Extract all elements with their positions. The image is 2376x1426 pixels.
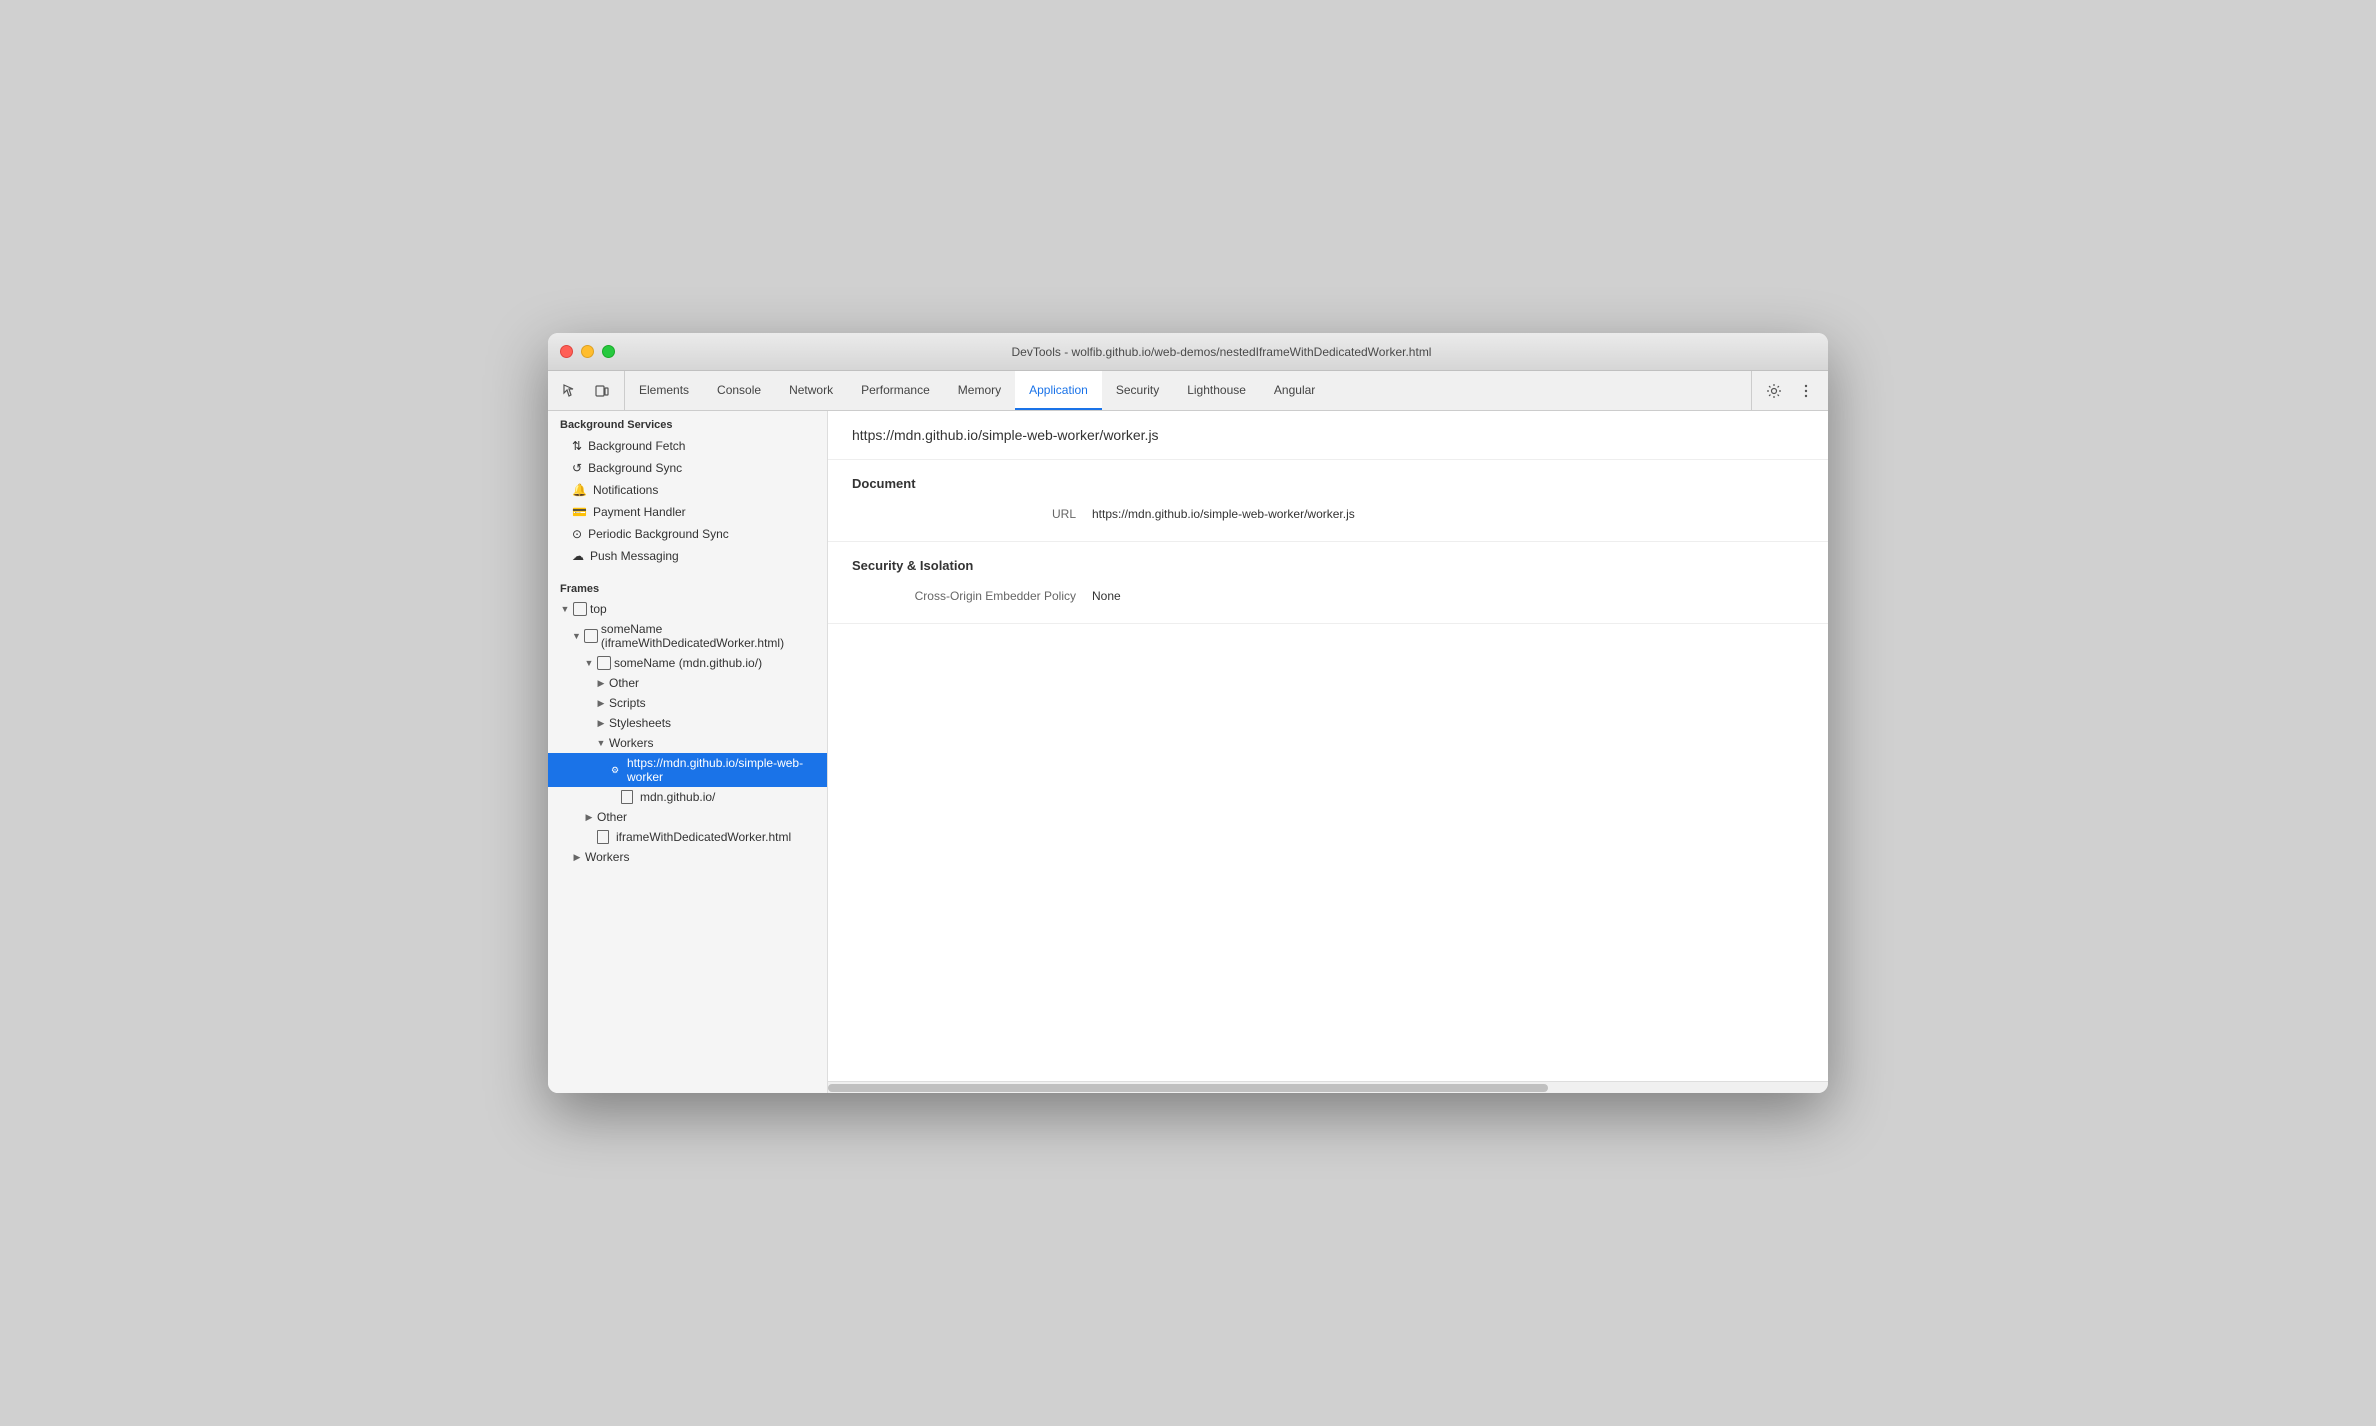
tree-item-stylesheets[interactable]: ▶ Stylesheets [548, 713, 827, 733]
coep-row: Cross-Origin Embedder Policy None [852, 585, 1804, 607]
sidebar-item-notifications[interactable]: 🔔 Notifications [548, 479, 827, 501]
expand-icon: ▼ [584, 658, 594, 668]
toolbar-left-icons [548, 371, 625, 410]
device-toolbar-button[interactable] [588, 377, 616, 405]
expand-icon: ▶ [596, 698, 606, 709]
background-services-header: Background Services [548, 411, 827, 435]
expand-icon: ▼ [572, 631, 581, 641]
main-content: Background Services ⇅ Background Fetch ↺… [548, 411, 1828, 1093]
background-fetch-icon: ⇅ [572, 439, 582, 453]
traffic-lights [560, 345, 615, 358]
worker-icon: ⚙ [608, 763, 622, 777]
detail-horizontal-scrollbar[interactable] [828, 1081, 1828, 1093]
expand-icon: ▶ [584, 812, 594, 823]
frame-icon [573, 602, 587, 616]
expand-icon: ▶ [572, 852, 582, 863]
window-title: DevTools - wolfib.github.io/web-demos/ne… [627, 345, 1816, 359]
document-section-title: Document [852, 476, 1804, 491]
sidebar-item-background-fetch[interactable]: ⇅ Background Fetch [548, 435, 827, 457]
expand-icon: ▼ [560, 604, 570, 614]
toolbar-right-icons [1751, 371, 1828, 410]
tab-network[interactable]: Network [775, 371, 847, 410]
tree-item-top[interactable]: ▼ top [548, 599, 827, 619]
sidebar: Background Services ⇅ Background Fetch ↺… [548, 411, 828, 1093]
maximize-button[interactable] [602, 345, 615, 358]
url-label: URL [852, 507, 1092, 521]
detail-container: https://mdn.github.io/simple-web-worker/… [828, 411, 1828, 1093]
periodic-background-sync-icon: ⊙ [572, 527, 582, 541]
expand-icon: ▼ [596, 738, 606, 748]
tree-item-workers-2[interactable]: ▶ Workers [548, 847, 827, 867]
sidebar-item-push-messaging[interactable]: ☁ Push Messaging [548, 545, 827, 567]
sidebar-item-payment-handler[interactable]: 💳 Payment Handler [548, 501, 827, 523]
tab-memory[interactable]: Memory [944, 371, 1015, 410]
scrollbar-thumb [828, 1084, 1548, 1092]
tab-performance[interactable]: Performance [847, 371, 944, 410]
document-icon [597, 830, 609, 844]
more-menu-button[interactable] [1792, 377, 1820, 405]
tree-item-iframe-doc[interactable]: iframeWithDedicatedWorker.html [548, 827, 827, 847]
title-bar: DevTools - wolfib.github.io/web-demos/ne… [548, 333, 1828, 371]
close-button[interactable] [560, 345, 573, 358]
coep-value: None [1092, 589, 1121, 603]
tabs-list: Elements Console Network Performance Mem… [625, 371, 1751, 410]
tab-lighthouse[interactable]: Lighthouse [1173, 371, 1260, 410]
expand-icon: ▶ [596, 718, 606, 729]
sidebar-item-periodic-background-sync[interactable]: ⊙ Periodic Background Sync [548, 523, 827, 545]
security-section-title: Security & Isolation [852, 558, 1804, 573]
frame-icon [597, 656, 611, 670]
tab-security[interactable]: Security [1102, 371, 1173, 410]
coep-label: Cross-Origin Embedder Policy [852, 589, 1092, 603]
frames-section: Frames ▼ top ▼ someName (iframeWithDedic… [548, 567, 827, 867]
tab-angular[interactable]: Angular [1260, 371, 1329, 410]
frame-icon [584, 629, 598, 643]
url-value: https://mdn.github.io/simple-web-worker/… [1092, 507, 1355, 521]
tree-item-worker-url[interactable]: ⚙ https://mdn.github.io/simple-web-worke… [548, 753, 827, 787]
security-section: Security & Isolation Cross-Origin Embedd… [828, 542, 1828, 624]
tab-application[interactable]: Application [1015, 371, 1102, 410]
tree-item-mdn-doc[interactable]: mdn.github.io/ [548, 787, 827, 807]
tree-item-scripts[interactable]: ▶ Scripts [548, 693, 827, 713]
tree-item-workers[interactable]: ▼ Workers [548, 733, 827, 753]
frames-header: Frames [548, 575, 827, 599]
payment-handler-icon: 💳 [572, 505, 587, 519]
devtools-tab-bar: Elements Console Network Performance Mem… [548, 371, 1828, 411]
tree-item-somename-mdn[interactable]: ▼ someName (mdn.github.io/) [548, 653, 827, 673]
detail-panel: https://mdn.github.io/simple-web-worker/… [828, 411, 1828, 1081]
minimize-button[interactable] [581, 345, 594, 358]
settings-button[interactable] [1760, 377, 1788, 405]
sidebar-item-background-sync[interactable]: ↺ Background Sync [548, 457, 827, 479]
url-row: URL https://mdn.github.io/simple-web-wor… [852, 503, 1804, 525]
tab-console[interactable]: Console [703, 371, 775, 410]
expand-icon: ▶ [596, 678, 606, 689]
tree-item-other-1[interactable]: ▶ Other [548, 673, 827, 693]
notifications-icon: 🔔 [572, 483, 587, 497]
devtools-window: DevTools - wolfib.github.io/web-demos/ne… [548, 333, 1828, 1093]
tab-elements[interactable]: Elements [625, 371, 703, 410]
document-icon [621, 790, 633, 804]
tree-item-other-2[interactable]: ▶ Other [548, 807, 827, 827]
background-sync-icon: ↺ [572, 461, 582, 475]
detail-url-header: https://mdn.github.io/simple-web-worker/… [828, 411, 1828, 460]
push-messaging-icon: ☁ [572, 549, 584, 563]
inspect-element-button[interactable] [556, 377, 584, 405]
tree-item-somename-iframe[interactable]: ▼ someName (iframeWithDedicatedWorker.ht… [548, 619, 827, 653]
document-section: Document URL https://mdn.github.io/simpl… [828, 460, 1828, 542]
